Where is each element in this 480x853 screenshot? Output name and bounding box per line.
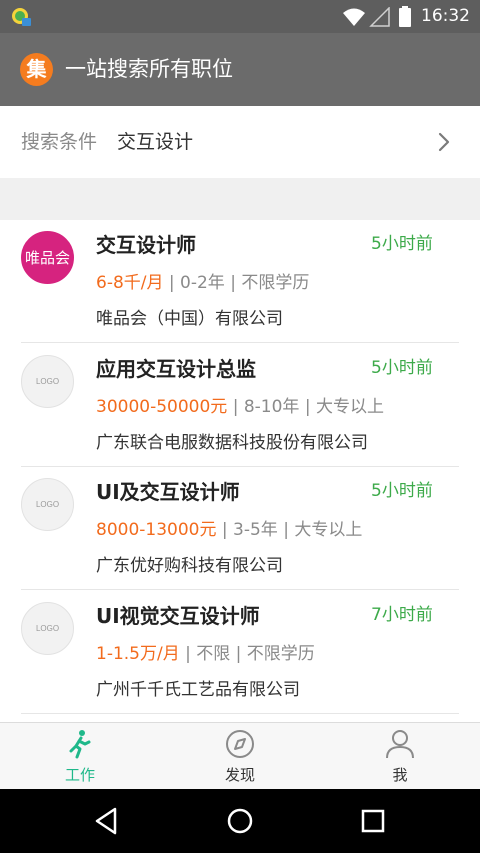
system-nav-bar (0, 789, 480, 853)
divider (21, 713, 459, 714)
compass-icon (226, 730, 254, 758)
recents-icon[interactable] (357, 805, 389, 837)
tab-me[interactable]: 我 (350, 723, 450, 790)
divider (21, 589, 459, 590)
job-item[interactable]: LOGO UI及交互设计师 5小时前 8000-13000元 | 3-5年 | … (0, 467, 480, 591)
job-meta: 1-1.5万/月 | 不限 | 不限学历 (96, 643, 315, 665)
job-post-time: 5小时前 (371, 358, 433, 378)
job-company: 广东优好购科技有限公司 (96, 556, 283, 576)
job-item[interactable]: LOGO 应用交互设计总监 5小时前 30000-50000元 | 8-10年 … (0, 344, 480, 468)
battery-icon (399, 6, 411, 27)
job-salary: 6-8千/月 (96, 273, 164, 293)
tab-discover[interactable]: 发现 (190, 723, 290, 790)
chevron-right-icon[interactable] (436, 131, 452, 153)
bottom-tab-bar: 工作 发现 我 (0, 722, 480, 789)
company-logo: LOGO (21, 478, 74, 531)
job-company: 广州千千氏工艺品有限公司 (96, 680, 300, 700)
status-time: 16:32 (421, 6, 470, 26)
job-salary: 30000-50000元 (96, 397, 228, 417)
tab-discover-label: 发现 (224, 766, 255, 784)
signal-icon (369, 7, 390, 27)
job-meta: 6-8千/月 | 0-2年 | 不限学历 (96, 272, 309, 294)
search-condition-row[interactable]: 搜索条件 交互设计 (0, 106, 480, 178)
status-bar: 16:32 (0, 0, 480, 33)
search-condition-value: 交互设计 (117, 131, 194, 153)
company-logo: 唯品会 (21, 231, 74, 284)
job-title: UI视觉交互设计师 (96, 604, 260, 628)
section-gap (0, 178, 480, 220)
notification-app-icon (12, 8, 31, 26)
job-title: 交互设计师 (96, 233, 196, 257)
job-company: 广东联合电服数据科技股份有限公司 (96, 433, 368, 453)
job-details: | 8-10年 | 大专以上 (227, 397, 384, 417)
tab-work[interactable]: 工作 (30, 723, 130, 790)
tab-work-label: 工作 (64, 766, 95, 784)
job-title: UI及交互设计师 (96, 480, 240, 504)
app-bar: 集 一站搜索所有职位 (0, 33, 480, 106)
job-list[interactable]: 唯品会 交互设计师 5小时前 6-8千/月 | 0-2年 | 不限学历 唯品会（… (0, 220, 480, 722)
walking-person-icon (69, 730, 91, 759)
job-salary: 8000-13000元 (96, 520, 217, 540)
wifi-icon (343, 8, 365, 26)
search-condition-label: 搜索条件 (21, 131, 98, 153)
back-icon[interactable] (91, 805, 123, 837)
company-logo: LOGO (21, 355, 74, 408)
job-post-time: 7小时前 (371, 605, 433, 625)
job-company: 唯品会（中国）有限公司 (96, 309, 283, 329)
job-post-time: 5小时前 (371, 234, 433, 254)
job-meta: 8000-13000元 | 3-5年 | 大专以上 (96, 519, 362, 541)
divider (21, 342, 459, 343)
app-title: 一站搜索所有职位 (65, 57, 233, 81)
tab-me-label: 我 (392, 766, 408, 784)
job-details: | 0-2年 | 不限学历 (163, 273, 310, 293)
home-icon[interactable] (224, 805, 256, 837)
company-logo: LOGO (21, 602, 74, 655)
job-details: | 不限 | 不限学历 (179, 644, 315, 664)
job-title: 应用交互设计总监 (96, 357, 256, 381)
person-icon (386, 730, 414, 759)
job-details: | 3-5年 | 大专以上 (216, 520, 363, 540)
job-item[interactable]: LOGO UI视觉交互设计师 7小时前 1-1.5万/月 | 不限 | 不限学历… (0, 591, 480, 715)
job-meta: 30000-50000元 | 8-10年 | 大专以上 (96, 396, 384, 418)
job-salary: 1-1.5万/月 (96, 644, 180, 664)
app-logo: 集 (20, 53, 53, 86)
job-item[interactable]: 唯品会 交互设计师 5小时前 6-8千/月 | 0-2年 | 不限学历 唯品会（… (0, 220, 480, 344)
job-post-time: 5小时前 (371, 481, 433, 501)
